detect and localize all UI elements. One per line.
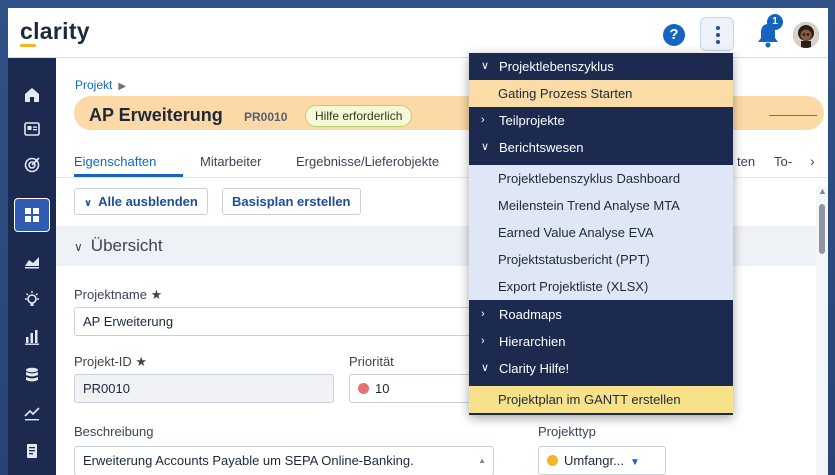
avatar[interactable] <box>793 22 819 48</box>
top-bar: clarity ? 1 <box>8 8 828 58</box>
collapse-all-button[interactable]: ∨ Alle ausblenden <box>74 188 208 215</box>
menu-group-hierarchien[interactable]: › Hierarchien <box>469 328 733 355</box>
priority-select[interactable]: 10 <box>349 374 471 403</box>
project-type-value: Umfangr... <box>564 453 624 468</box>
project-type-dot <box>547 455 558 466</box>
chevron-down-icon: ∨ <box>74 240 83 254</box>
project-name-label-text: Projektname <box>74 287 147 302</box>
menu-item-earned-value[interactable]: Earned Value Analyse EVA <box>469 219 733 246</box>
scroll-up-icon[interactable]: ▲ <box>818 186 827 196</box>
section-title[interactable]: ∨ Übersicht <box>74 236 163 256</box>
menu-group-berichtswesen[interactable]: ∨ Berichtswesen <box>469 134 733 161</box>
description-label: Beschreibung <box>74 424 154 439</box>
contacts-icon[interactable] <box>14 112 50 146</box>
document-icon[interactable] <box>14 434 50 468</box>
chevron-down-icon: ∨ <box>84 198 93 209</box>
menu-item-meilenstein-trend[interactable]: Meilenstein Trend Analyse MTA <box>469 192 733 219</box>
project-id-field: PR0010 <box>74 374 334 403</box>
page-title: AP Erweiterung <box>89 105 223 125</box>
description-value: Erweiterung Accounts Payable um SEPA Onl… <box>83 453 414 468</box>
notification-badge: 1 <box>767 14 783 30</box>
database-icon[interactable] <box>14 358 50 392</box>
tab-todo[interactable]: To- <box>774 154 792 169</box>
menu-group-label: Hierarchien <box>499 334 566 349</box>
project-id-label-text: Projekt-ID <box>74 354 132 369</box>
actions-menu: ∨ Projektlebenszyklus Gating Prozess Star… <box>469 53 733 415</box>
tab-eigenschaften[interactable]: Eigenschaften <box>74 154 156 169</box>
lightbulb-icon[interactable] <box>14 282 50 316</box>
app-logo[interactable]: clarity <box>20 18 90 45</box>
project-name-label: Projektname ★ <box>74 287 162 303</box>
project-id-label: Projekt-ID ★ <box>74 354 147 370</box>
breadcrumb-label[interactable]: Projekt <box>75 78 112 92</box>
kebab-dot <box>716 40 720 44</box>
chevron-down-icon: ∨ <box>481 141 490 153</box>
menu-group-label: Roadmaps <box>499 307 562 322</box>
grid-icon[interactable] <box>14 198 50 232</box>
area-chart-icon[interactable] <box>14 244 50 278</box>
left-navigation <box>8 58 56 475</box>
menu-group-roadmaps[interactable]: › Roadmaps <box>469 301 733 328</box>
chevron-right-icon[interactable]: › <box>810 153 815 169</box>
bar-chart-icon[interactable] <box>14 320 50 354</box>
header-divider-line <box>769 115 817 116</box>
project-type-label: Projekttyp <box>538 424 596 439</box>
menu-group-label: Projektlebenszyklus <box>499 59 614 74</box>
priority-dot <box>358 383 369 394</box>
breadcrumb[interactable]: Projekt ▶ <box>75 78 126 92</box>
chevron-right-icon: › <box>481 335 485 347</box>
section-title-label: Übersicht <box>90 236 163 255</box>
avatar-image <box>793 22 819 48</box>
menu-item-gantt[interactable]: Projektplan im GANTT erstellen <box>469 386 733 413</box>
project-type-select[interactable]: Umfangr... ▼ <box>538 446 666 475</box>
status-badge[interactable]: Hilfe erforderlich <box>305 105 413 127</box>
chevron-right-icon: ▶ <box>118 81 127 92</box>
kebab-dot <box>716 33 720 37</box>
collapse-all-label: Alle ausblenden <box>98 194 198 209</box>
caret-down-icon: ▼ <box>629 457 640 468</box>
chevron-right-icon: › <box>481 114 485 126</box>
menu-group-projektlebenszyklus[interactable]: ∨ Projektlebenszyklus <box>469 53 733 80</box>
menu-item-export-projektliste[interactable]: Export Projektliste (XLSX) <box>469 273 733 300</box>
menu-item-lebenszyklus-dashboard[interactable]: Projektlebenszyklus Dashboard <box>469 165 733 192</box>
menu-item-gating-prozess[interactable]: Gating Prozess Starten <box>469 80 733 107</box>
textarea-scroll-up-icon[interactable]: ▲ <box>478 447 486 474</box>
priority-value: 10 <box>375 381 390 396</box>
chevron-down-icon: ∨ <box>481 362 490 374</box>
tab-mitarbeiter[interactable]: Mitarbeiter <box>200 154 261 169</box>
target-icon[interactable] <box>14 148 50 182</box>
logo-underline <box>20 44 36 47</box>
tab-ergebnisse[interactable]: Ergebnisse/Lieferobjekte <box>296 154 439 169</box>
tab-truncated[interactable]: ten <box>737 154 755 169</box>
menu-group-clarity-hilfe[interactable]: ∨ Clarity Hilfe! <box>469 355 733 382</box>
help-icon[interactable]: ? <box>663 24 685 46</box>
chevron-right-icon: › <box>481 308 485 320</box>
line-chart-icon[interactable] <box>14 396 50 430</box>
menu-group-teilprojekte[interactable]: › Teilprojekte <box>469 107 733 134</box>
home-icon[interactable] <box>14 78 50 112</box>
priority-label: Priorität <box>349 354 394 369</box>
chevron-down-icon: ∨ <box>481 60 490 72</box>
menu-item-projektstatusbericht[interactable]: Projektstatusbericht (PPT) <box>469 246 733 273</box>
menu-group-label: Clarity Hilfe! <box>499 361 570 376</box>
menu-group-label: Teilprojekte <box>499 113 565 128</box>
description-field[interactable]: Erweiterung Accounts Payable um SEPA Onl… <box>74 446 494 475</box>
scrollbar-thumb[interactable] <box>819 204 825 254</box>
kebab-dot <box>716 26 720 30</box>
required-mark: ★ <box>135 354 148 369</box>
create-baseline-button[interactable]: Basisplan erstellen <box>222 188 361 215</box>
project-code: PR0010 <box>244 110 288 124</box>
required-mark: ★ <box>150 287 163 302</box>
menu-group-label: Berichtswesen <box>499 140 584 155</box>
kebab-menu-button[interactable] <box>700 17 734 51</box>
project-name-field[interactable]: AP Erweiterung <box>74 307 474 336</box>
